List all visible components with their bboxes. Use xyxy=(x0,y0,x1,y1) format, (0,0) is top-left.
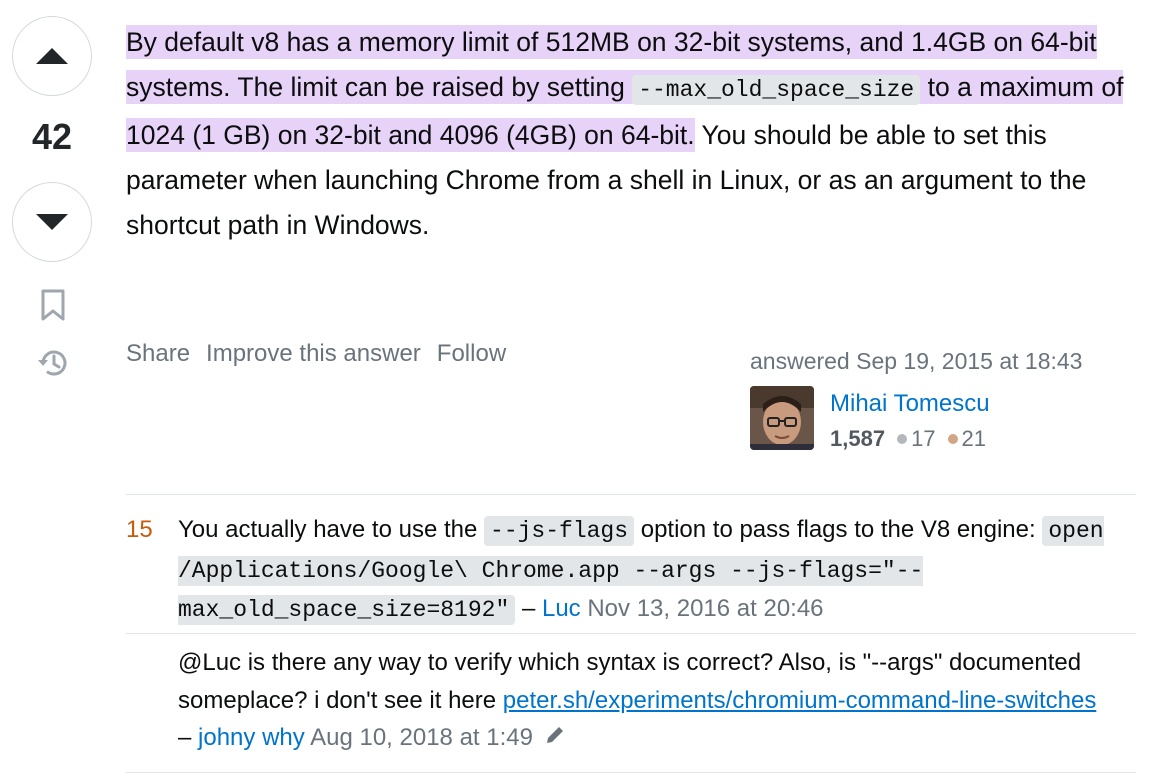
bookmark-button[interactable] xyxy=(36,288,70,322)
user-stats: 1,587 17 21 xyxy=(830,426,986,452)
comment-separator: – xyxy=(178,724,192,751)
vote-count: 42 xyxy=(31,116,73,157)
comment-date: Nov 13, 2016 at 20:46 xyxy=(587,595,824,622)
answer-paragraph: By default v8 has a memory limit of 512M… xyxy=(126,20,1146,248)
comment-text: option to pass flags to the V8 engine: xyxy=(640,516,1036,543)
comment-body: You actually have to use the --js-flags … xyxy=(178,511,1108,630)
share-link[interactable]: Share xyxy=(126,340,190,368)
silver-badge-icon xyxy=(897,434,908,444)
comment: @Luc is there any way to verify which sy… xyxy=(126,634,1136,773)
bronze-badge: 21 xyxy=(947,426,987,452)
pencil-icon xyxy=(546,726,563,743)
reputation-score: 1,587 xyxy=(830,426,886,451)
comment-separator: – xyxy=(521,595,536,622)
comments-list: 15 You actually have to use the --js-fla… xyxy=(126,494,1136,773)
bronze-badge-count: 21 xyxy=(961,426,987,451)
bookmark-icon xyxy=(41,289,65,321)
upvote-icon xyxy=(36,48,68,64)
answered-timestamp: answered Sep 19, 2015 at 18:43 xyxy=(750,348,1083,374)
history-button[interactable] xyxy=(36,346,70,380)
improve-answer-link[interactable]: Improve this answer xyxy=(206,340,421,368)
history-icon xyxy=(38,350,67,376)
user-name-link[interactable]: Mihai Tomescu xyxy=(830,390,990,418)
js-flags-code: --js-flags xyxy=(484,516,635,546)
comment-body: @Luc is there any way to verify which sy… xyxy=(178,644,1108,757)
comment-user-link[interactable]: johny why xyxy=(198,724,305,751)
answer-body: By default v8 has a memory limit of 512M… xyxy=(126,20,1146,248)
bronze-badge-icon xyxy=(947,434,958,444)
downvote-button[interactable] xyxy=(12,182,92,262)
chromium-switches-link[interactable]: peter.sh/experiments/chromium-command-li… xyxy=(503,687,1097,714)
follow-link[interactable]: Follow xyxy=(437,340,506,368)
edit-comment-button[interactable] xyxy=(544,720,566,758)
downvote-icon xyxy=(36,214,68,230)
comment-score: 15 xyxy=(126,516,153,543)
silver-badge: 17 xyxy=(897,426,936,452)
silver-badge-count: 17 xyxy=(911,426,936,451)
upvote-button[interactable] xyxy=(12,16,92,96)
comment-user-link[interactable]: Luc xyxy=(542,595,581,622)
comment: 15 You actually have to use the --js-fla… xyxy=(126,495,1136,634)
comment-date: Aug 10, 2018 at 1:49 xyxy=(310,724,533,751)
max-old-space-size-code: --max_old_space_size xyxy=(632,75,921,105)
comment-text: You actually have to use the xyxy=(178,516,478,543)
avatar[interactable] xyxy=(750,386,814,450)
user-card: answered Sep 19, 2015 at 18:43 Mihai Tom… xyxy=(750,348,1150,451)
post-menu: Share Improve this answer Follow xyxy=(126,340,506,368)
